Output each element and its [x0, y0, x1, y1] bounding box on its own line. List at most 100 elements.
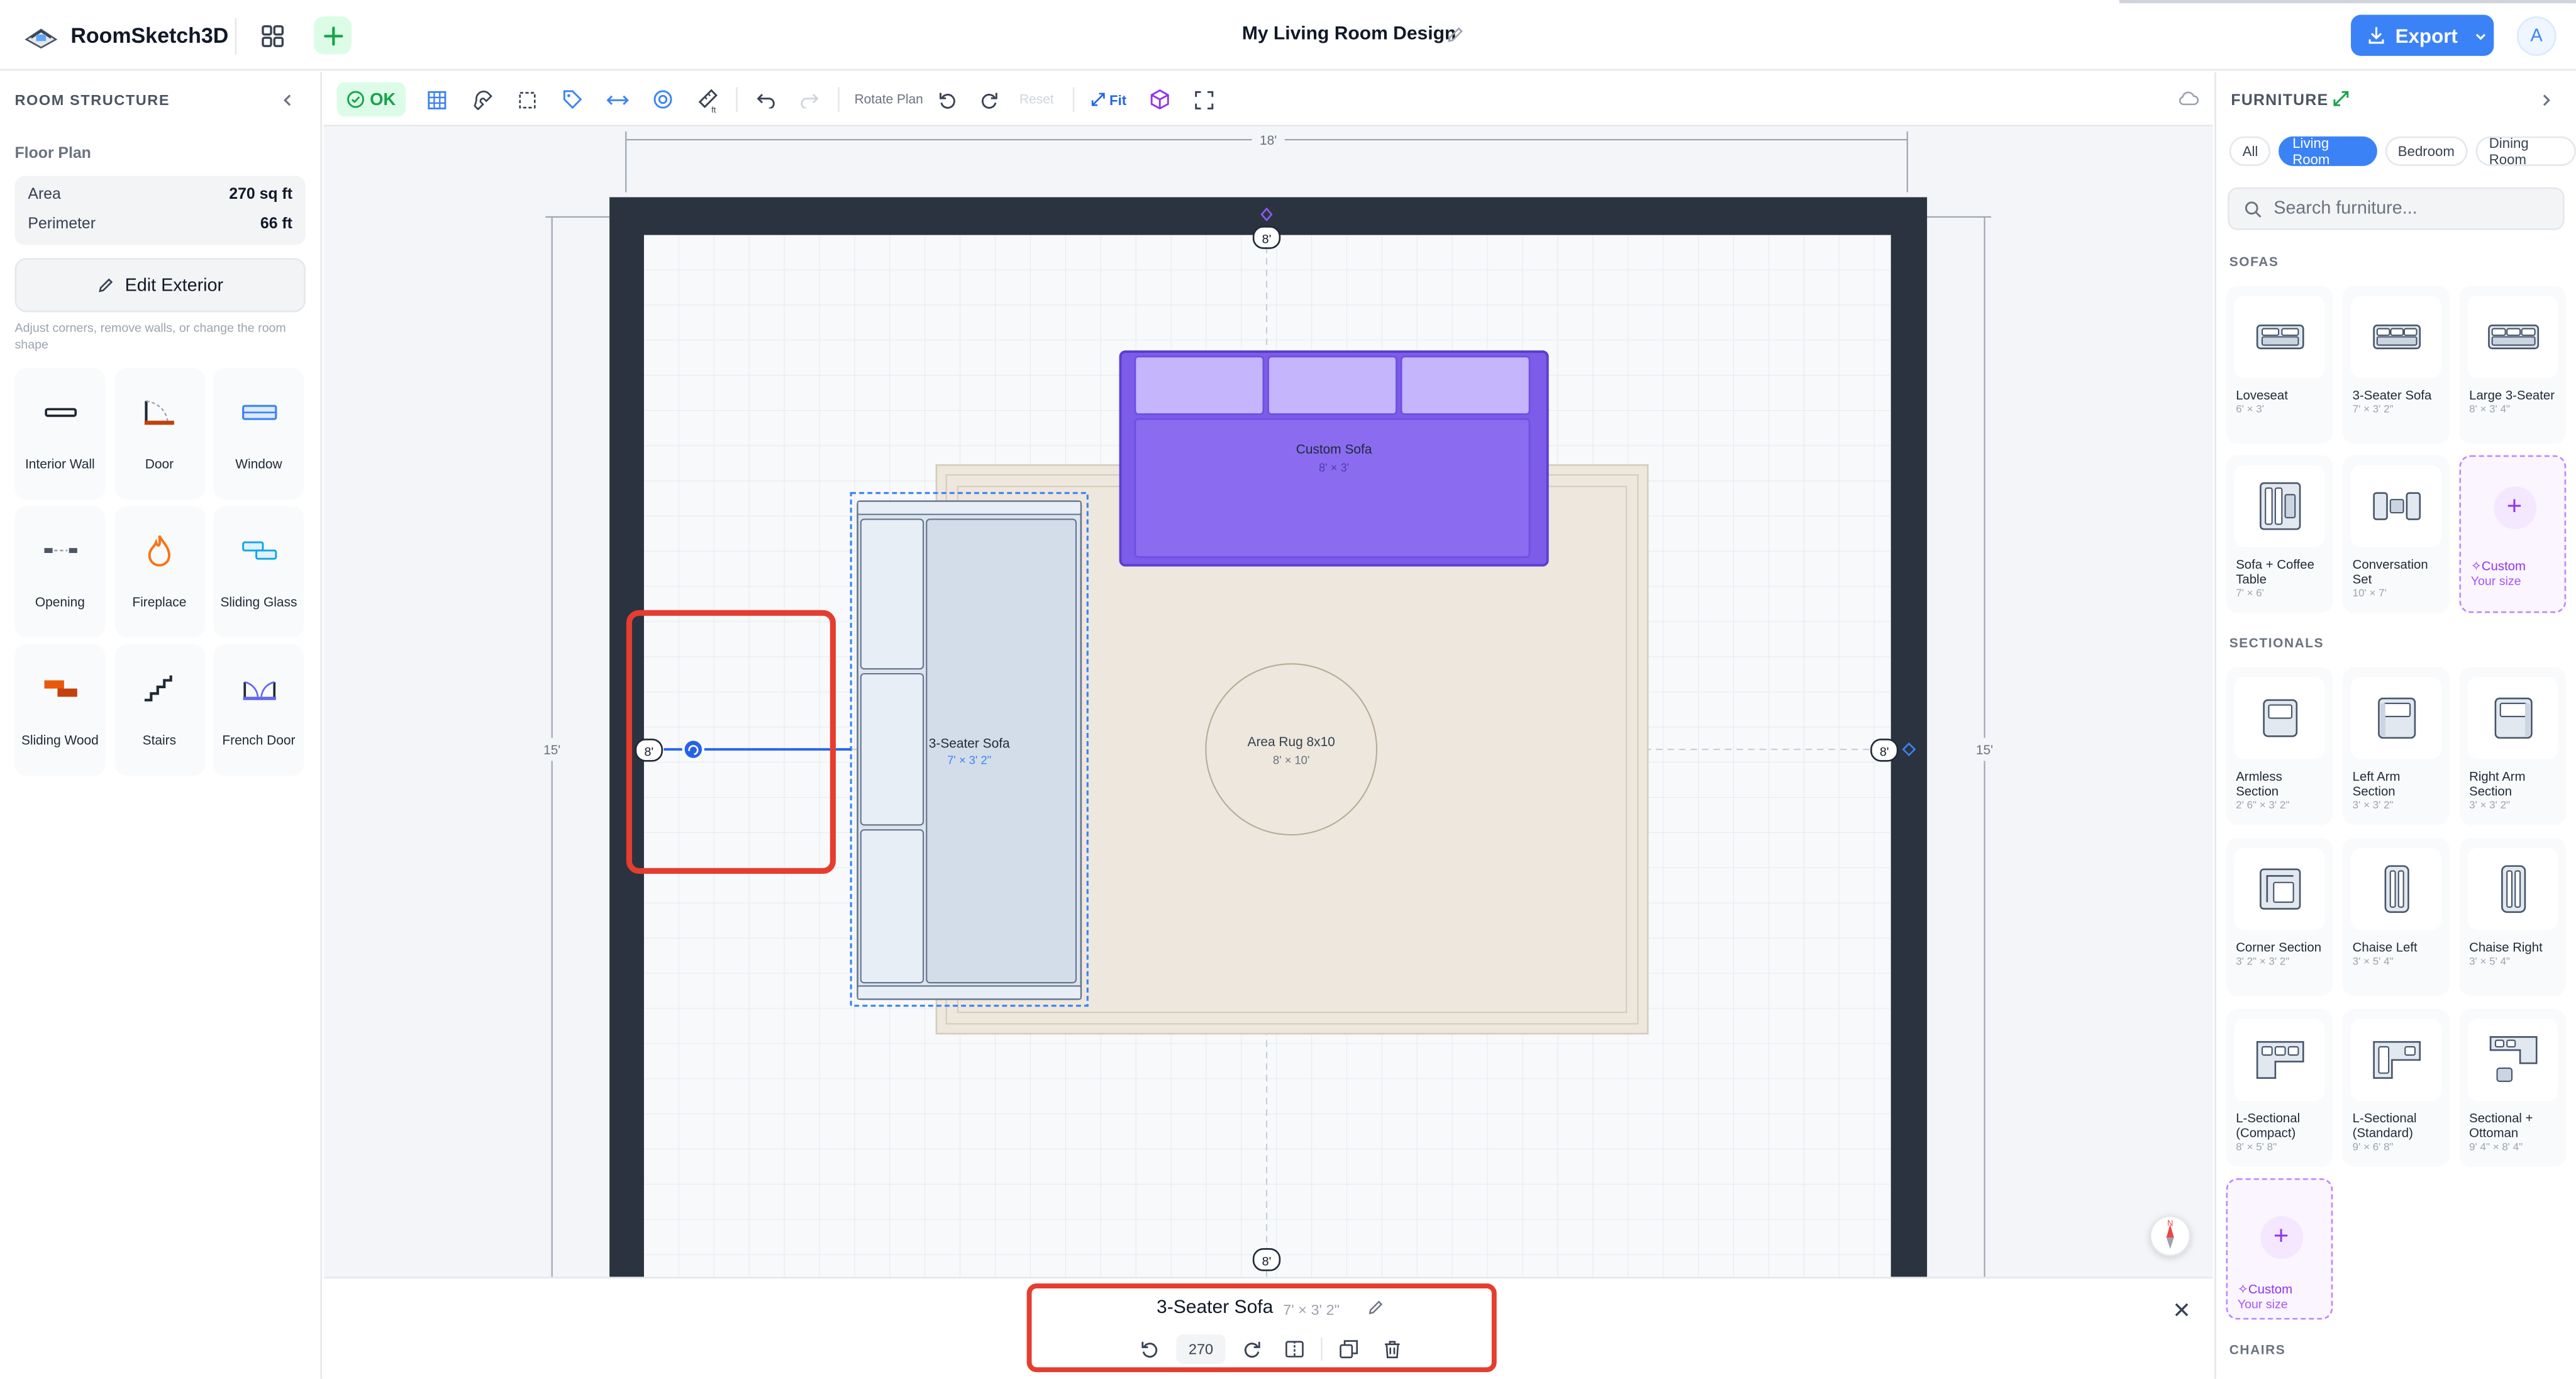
tool-sliding-glass[interactable]: Sliding Glass — [213, 506, 304, 638]
furniture-search-input[interactable] — [2273, 199, 2553, 219]
furniture-item-custom-sofa[interactable]: + ✧Custom Your size — [2459, 455, 2567, 613]
chaise-right-icon — [2467, 847, 2558, 930]
furniture-dim: 8' × 5' 8" — [2236, 1142, 2277, 1154]
validation-ok-badge[interactable]: OK — [336, 82, 406, 117]
tool-stairs[interactable]: Stairs — [114, 644, 205, 776]
furniture-name: Sectional + Ottoman — [2469, 1110, 2533, 1141]
floor-plan-canvas[interactable]: 18' 15' 15' Area Rug 8x10 8' × 10' Custo… — [323, 126, 2213, 1277]
furniture-item-sofa-coffee-table[interactable]: Sofa + Coffee Table 7' × 6' — [2226, 455, 2333, 613]
furniture-item-sectional-ottoman[interactable]: Sectional + Ottoman 9' 4" × 8' 4" — [2459, 1008, 2567, 1167]
furniture-item-l-sectional-standard[interactable]: L-Sectional (Standard) 9' × 6' 8" — [2342, 1008, 2450, 1167]
dim-top-label: 18' — [1260, 133, 1277, 148]
custom-sofa[interactable] — [1119, 350, 1549, 567]
check-circle-icon — [347, 91, 365, 108]
furniture-name: Loveseat — [2236, 388, 2288, 403]
furniture-name: Chaise Right — [2469, 940, 2543, 955]
document-title[interactable]: My Living Room Design — [1242, 25, 1456, 44]
new-project-button[interactable] — [313, 16, 352, 55]
furniture-item-l-sectional-compact[interactable]: L-Sectional (Compact) 8' × 5' 8" — [2226, 1008, 2333, 1167]
furniture-name: Right Arm Section — [2469, 769, 2526, 800]
cloud-sync-icon — [2179, 91, 2199, 106]
rotate-cw-icon[interactable] — [976, 86, 1002, 113]
projects-grid-icon[interactable] — [257, 20, 289, 52]
filter-living-room[interactable]: Living Room — [2279, 135, 2377, 167]
furniture-item-3-seater-sofa[interactable]: 3-Seater Sofa 7' × 3' 2" — [2342, 286, 2450, 444]
furniture-item-left-arm-section[interactable]: Left Arm Section 3' × 3' 2" — [2342, 667, 2450, 825]
furniture-name: L-Sectional (Compact) — [2236, 1110, 2301, 1141]
furniture-item-loveseat[interactable]: Loveseat 6' × 3' — [2226, 286, 2333, 444]
sofa-coffee-table-icon — [2234, 465, 2325, 547]
select-area-icon[interactable] — [514, 86, 541, 113]
delete-trash-icon[interactable] — [1375, 1334, 1407, 1364]
conversation-set-icon — [2351, 465, 2441, 547]
redo-icon[interactable] — [797, 86, 823, 113]
furniture-item-corner-section[interactable]: Corner Section 3' 2" × 3' 2" — [2226, 838, 2333, 996]
fit-button[interactable]: Fit — [1087, 86, 1130, 113]
measure-ruler-icon[interactable]: ft — [695, 86, 721, 113]
category-chairs: CHAIRS — [2229, 1343, 2286, 1358]
fullscreen-icon[interactable] — [1191, 86, 1218, 113]
close-selection-icon[interactable] — [2165, 1293, 2198, 1326]
furniture-item-custom-sectional[interactable]: + ✧Custom Your size — [2226, 1178, 2333, 1320]
edit-exterior-button[interactable]: Edit Exterior — [14, 258, 306, 313]
center-target-icon[interactable] — [649, 86, 675, 113]
furniture-item-large-3-seater[interactable]: Large 3-Seater 8' × 3' 4" — [2459, 286, 2567, 444]
labels-tag-icon[interactable] — [558, 86, 585, 113]
furniture-name: Left Arm Section — [2352, 769, 2401, 800]
rename-pencil-icon[interactable] — [1367, 1298, 1385, 1317]
rotate-ccw-icon[interactable] — [935, 86, 961, 113]
flip-icon[interactable] — [1278, 1334, 1311, 1364]
room-structure-panel: ROOM STRUCTURE Floor Plan Area 270 sq ft… — [0, 72, 322, 1379]
expand-icon[interactable] — [2333, 91, 2349, 107]
armless-section-icon — [2234, 677, 2325, 759]
filter-all[interactable]: All — [2229, 136, 2272, 166]
interior-wall-icon — [35, 394, 84, 430]
tool-sliding-wood[interactable]: Sliding Wood — [14, 644, 106, 776]
dimensions-arrows-icon[interactable] — [604, 86, 631, 113]
furniture-search[interactable] — [2228, 187, 2565, 230]
filter-dining-room[interactable]: Dining Room — [2475, 135, 2576, 167]
furniture-dim: 3' 2" × 3' 2" — [2236, 956, 2290, 969]
snap-magnet-icon[interactable] — [470, 86, 496, 113]
selected-item-name: 3-Seater Sofa — [1156, 1298, 1274, 1318]
furniture-item-conversation-set[interactable]: Conversation Set 10' × 7' — [2342, 455, 2450, 613]
chevron-down-icon — [2475, 33, 2486, 40]
tool-fireplace[interactable]: Fireplace — [114, 506, 205, 638]
3d-view-cube-icon[interactable] — [1146, 86, 1173, 113]
l-sectional-standard-icon — [2351, 1019, 2441, 1102]
furniture-item-right-arm-section[interactable]: Right Arm Section 3' × 3' 2" — [2459, 667, 2567, 825]
grid-toggle-icon[interactable] — [424, 86, 450, 113]
undo-icon[interactable] — [752, 86, 779, 113]
furniture-dim: 9' × 6' 8" — [2352, 1142, 2394, 1154]
export-button[interactable]: Export — [2351, 14, 2494, 56]
tool-french-door[interactable]: French Door — [213, 644, 304, 776]
rename-pencil-icon[interactable] — [1446, 25, 1465, 44]
furniture-dim: 10' × 7' — [2352, 589, 2387, 601]
furniture-dim: 9' 4" × 8' 4" — [2469, 1142, 2523, 1154]
tool-door[interactable]: Door — [114, 368, 205, 500]
duplicate-icon[interactable] — [1332, 1334, 1365, 1364]
tool-interior-wall[interactable]: Interior Wall — [14, 368, 106, 500]
loveseat-icon — [2234, 296, 2325, 378]
furniture-item-chaise-right[interactable]: Chaise Right 3' × 5' 4" — [2459, 838, 2567, 996]
dim-left-label: 15' — [543, 743, 560, 757]
tool-label: French Door — [222, 733, 296, 748]
user-avatar[interactable]: A — [2516, 16, 2557, 56]
rotation-input[interactable]: 270 — [1176, 1334, 1226, 1365]
selection-bar: 3-Seater Sofa 7' × 3' 2" 270 — [323, 1276, 2213, 1379]
tool-window[interactable]: Window — [213, 368, 304, 500]
furniture-dim: 7' × 3' 2" — [2352, 405, 2394, 416]
chevron-right-icon[interactable] — [2538, 92, 2555, 108]
rotate-left-icon[interactable] — [1133, 1334, 1166, 1364]
furniture-name: Corner Section — [2236, 940, 2322, 955]
tool-opening[interactable]: Opening — [14, 506, 106, 638]
chevron-left-icon[interactable] — [279, 92, 296, 108]
rotation-handle[interactable] — [682, 738, 704, 761]
reset-rotation-button[interactable]: Reset — [1014, 86, 1060, 113]
rotate-right-icon[interactable] — [1235, 1334, 1268, 1364]
furniture-item-chaise-left[interactable]: Chaise Left 3' × 5' 4" — [2342, 838, 2450, 996]
filter-bedroom[interactable]: Bedroom — [2384, 136, 2468, 166]
sofa-label: 3-Seater Sofa — [929, 737, 1010, 751]
furniture-item-armless-section[interactable]: Armless Section 2' 6" × 3' 2" — [2226, 667, 2333, 825]
selected-item-controls: 270 — [1133, 1334, 1407, 1365]
